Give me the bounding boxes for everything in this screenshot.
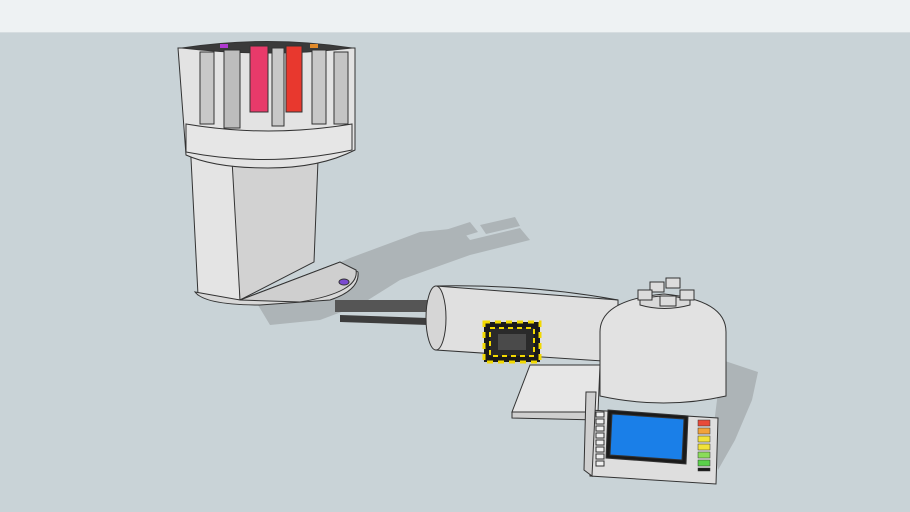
carousel-slot-red: [285, 45, 303, 113]
carousel-slot-pink: [249, 45, 269, 113]
3d-viewport[interactable]: [0, 0, 910, 512]
carousel-ring: [177, 41, 356, 169]
tower-base-bolt: [338, 278, 350, 286]
control-screen: [609, 413, 685, 461]
hazard-door: [482, 320, 542, 364]
conveyor-belt: [335, 300, 430, 325]
model-scene: [177, 41, 758, 485]
